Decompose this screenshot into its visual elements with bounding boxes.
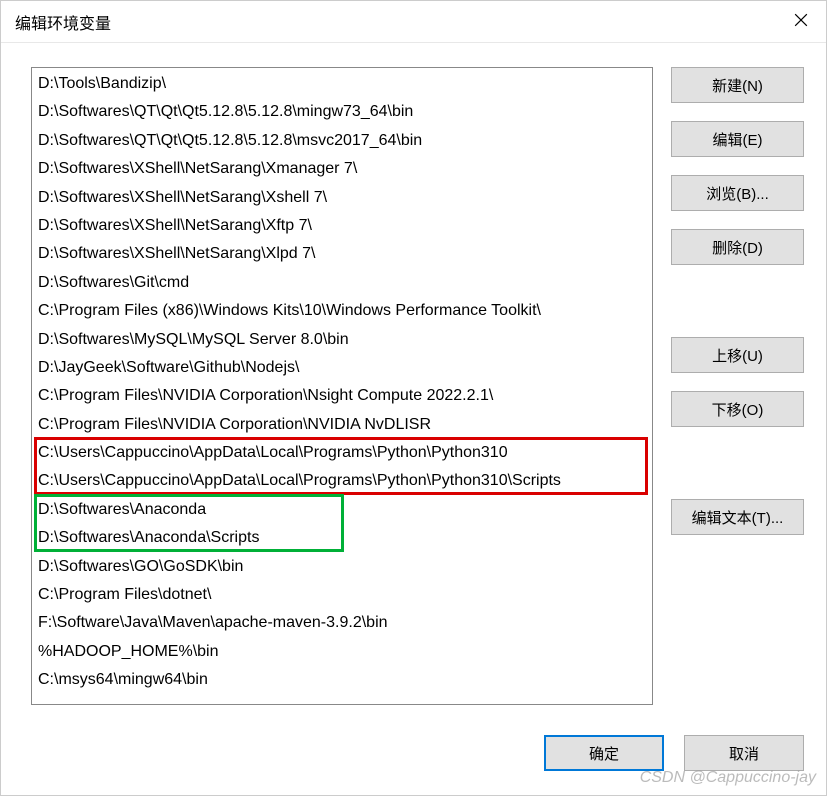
dialog-window: 编辑环境变量 D:\Tools\Bandizip\D:\Softwares\QT… xyxy=(0,0,827,796)
path-item[interactable]: C:\Program Files\NVIDIA Corporation\Nsig… xyxy=(32,382,652,410)
watermark-text: CSDN @Cappuccino-jay xyxy=(640,769,816,787)
path-item[interactable]: D:\Softwares\XShell\NetSarang\Xmanager 7… xyxy=(32,155,652,183)
move-up-button[interactable]: 上移(U) xyxy=(671,337,804,373)
path-item[interactable]: C:\Program Files\dotnet\ xyxy=(32,581,652,609)
path-item[interactable]: D:\Softwares\XShell\NetSarang\Xshell 7\ xyxy=(32,184,652,212)
path-item[interactable]: D:\Softwares\GO\GoSDK\bin xyxy=(32,553,652,581)
path-item[interactable]: C:\Users\Cappuccino\AppData\Local\Progra… xyxy=(32,439,652,467)
path-item[interactable]: D:\Softwares\Git\cmd xyxy=(32,269,652,297)
path-item[interactable]: D:\Softwares\MySQL\MySQL Server 8.0\bin xyxy=(32,326,652,354)
new-button[interactable]: 新建(N) xyxy=(671,67,804,103)
path-list[interactable]: D:\Tools\Bandizip\D:\Softwares\QT\Qt\Qt5… xyxy=(32,68,652,704)
cancel-button[interactable]: 取消 xyxy=(684,735,804,771)
path-item[interactable]: D:\Softwares\QT\Qt\Qt5.12.8\5.12.8\mingw… xyxy=(32,98,652,126)
close-icon xyxy=(794,13,808,27)
edit-button[interactable]: 编辑(E) xyxy=(671,121,804,157)
path-item[interactable]: %HADOOP_HOME%\bin xyxy=(32,638,652,666)
dialog-footer: 确定 取消 CSDN @Cappuccino-jay xyxy=(1,725,826,795)
path-list-container: D:\Tools\Bandizip\D:\Softwares\QT\Qt\Qt5… xyxy=(31,67,653,705)
path-item[interactable]: C:\Users\Cappuccino\AppData\Local\Progra… xyxy=(32,467,652,495)
path-item[interactable]: D:\Softwares\XShell\NetSarang\Xftp 7\ xyxy=(32,212,652,240)
delete-button[interactable]: 删除(D) xyxy=(671,229,804,265)
title-bar: 编辑环境变量 xyxy=(1,1,826,43)
path-item[interactable]: D:\Softwares\XShell\NetSarang\Xlpd 7\ xyxy=(32,240,652,268)
path-item[interactable]: F:\Software\Java\Maven\apache-maven-3.9.… xyxy=(32,609,652,637)
path-item[interactable]: D:\Softwares\Anaconda xyxy=(32,496,652,524)
path-item[interactable]: D:\Tools\Bandizip\ xyxy=(32,70,652,98)
content-area: D:\Tools\Bandizip\D:\Softwares\QT\Qt\Qt5… xyxy=(1,43,826,725)
move-down-button[interactable]: 下移(O) xyxy=(671,391,804,427)
spacer xyxy=(671,283,804,319)
path-item[interactable]: C:\msys64\mingw64\bin xyxy=(32,666,652,694)
path-item[interactable]: D:\Softwares\QT\Qt\Qt5.12.8\5.12.8\msvc2… xyxy=(32,127,652,155)
spacer xyxy=(671,445,804,481)
browse-button[interactable]: 浏览(B)... xyxy=(671,175,804,211)
path-item[interactable]: D:\JayGeek\Software\Github\Nodejs\ xyxy=(32,354,652,382)
side-button-column: 新建(N) 编辑(E) 浏览(B)... 删除(D) 上移(U) 下移(O) 编… xyxy=(671,67,804,705)
window-title: 编辑环境变量 xyxy=(15,10,111,34)
path-item[interactable]: C:\Program Files\NVIDIA Corporation\NVID… xyxy=(32,411,652,439)
edit-text-button[interactable]: 编辑文本(T)... xyxy=(671,499,804,535)
ok-button[interactable]: 确定 xyxy=(544,735,664,771)
path-item[interactable]: D:\Softwares\Anaconda\Scripts xyxy=(32,524,652,552)
close-button[interactable] xyxy=(794,13,812,31)
path-item[interactable]: C:\Program Files (x86)\Windows Kits\10\W… xyxy=(32,297,652,325)
